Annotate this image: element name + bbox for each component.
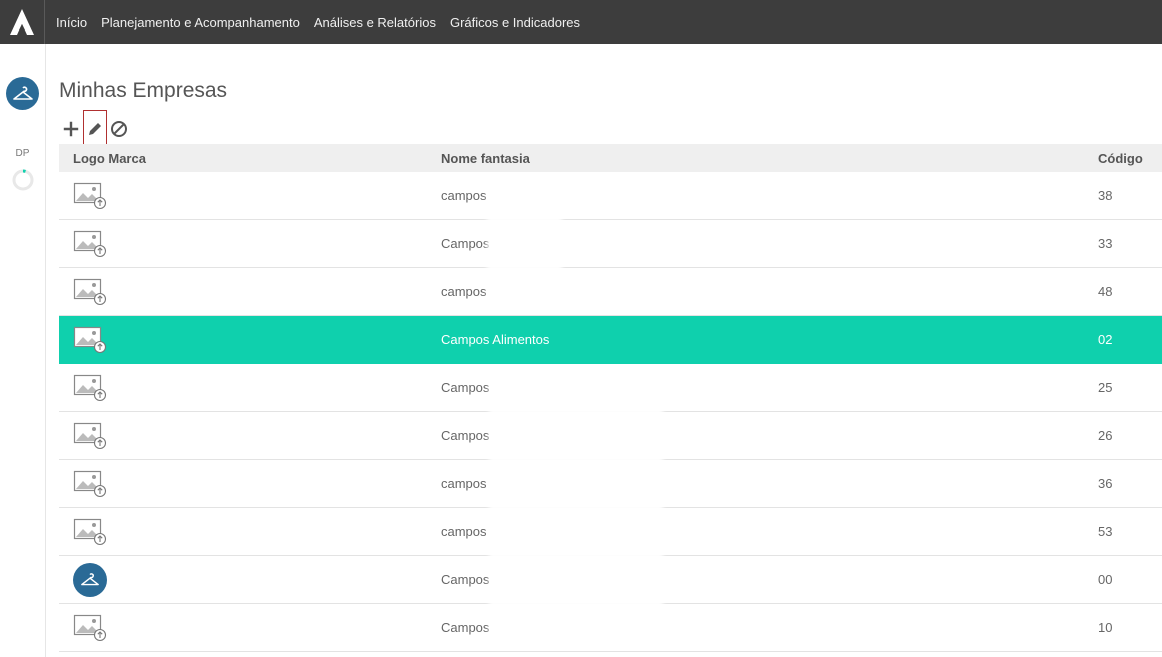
- column-header-name[interactable]: Nome fantasia: [441, 151, 1098, 166]
- redaction-overlay: [487, 184, 562, 298]
- redaction-overlay: [489, 374, 663, 640]
- page-title: Minhas Empresas: [59, 79, 228, 102]
- image-upload-icon[interactable]: [73, 421, 107, 451]
- hanger-icon: [12, 86, 33, 100]
- image-upload-icon[interactable]: [73, 277, 107, 307]
- cell-code: 48: [1098, 284, 1113, 299]
- cell-logo: [59, 562, 441, 597]
- cell-code: 53: [1098, 524, 1113, 539]
- table-header: Logo Marca Nome fantasia Código: [59, 144, 1162, 172]
- nav-item-graficos[interactable]: Gráficos e Indicadores: [450, 15, 580, 30]
- cell-code: 38: [1098, 188, 1113, 203]
- table-row[interactable]: campos 38: [59, 172, 1162, 220]
- disable-button[interactable]: [107, 110, 131, 148]
- image-upload-icon[interactable]: [73, 181, 107, 211]
- main-nav: Início Planejamento e Acompanhamento Aná…: [56, 15, 594, 30]
- cell-code: 36: [1098, 476, 1113, 491]
- progress-ring-icon: [12, 169, 34, 191]
- cell-code: 26: [1098, 428, 1113, 443]
- cell-name: Campos Alimentos: [441, 332, 550, 347]
- cell-code: 25: [1098, 380, 1113, 395]
- nav-item-analises[interactable]: Análises e Relatórios: [314, 15, 436, 30]
- image-upload-icon[interactable]: [73, 229, 107, 259]
- image-upload-icon[interactable]: [73, 325, 107, 355]
- sidebar: DP: [0, 44, 46, 657]
- cell-logo: [59, 181, 441, 211]
- table-row[interactable]: Campos 33: [59, 220, 1162, 268]
- table-row[interactable]: campos 48: [59, 268, 1162, 316]
- sidebar-module-label[interactable]: DP: [0, 148, 45, 159]
- cell-code: 02: [1098, 332, 1113, 347]
- cell-logo: [59, 373, 441, 403]
- cell-logo: [59, 277, 441, 307]
- company-avatar[interactable]: [6, 77, 39, 110]
- add-button[interactable]: [59, 110, 83, 148]
- cell-code: 00: [1098, 572, 1113, 587]
- toolbar: [59, 110, 131, 148]
- column-header-code[interactable]: Código: [1098, 151, 1162, 166]
- cell-logo: [59, 229, 441, 259]
- top-navbar: Início Planejamento e Acompanhamento Aná…: [0, 0, 1162, 44]
- image-upload-icon[interactable]: [73, 373, 107, 403]
- app-logo[interactable]: [0, 0, 45, 44]
- image-upload-icon[interactable]: [73, 613, 107, 643]
- cell-logo: [59, 517, 441, 547]
- nav-item-planejamento[interactable]: Planejamento e Acompanhamento: [101, 15, 300, 30]
- image-upload-icon[interactable]: [73, 517, 107, 547]
- plus-icon: [63, 121, 79, 137]
- block-icon: [111, 121, 127, 137]
- cell-code: 10: [1098, 620, 1113, 635]
- pencil-icon: [89, 123, 101, 135]
- cell-logo: [59, 421, 441, 451]
- cell-logo: [59, 325, 441, 355]
- cell-logo: [59, 469, 441, 499]
- table-row[interactable]: Campos Alimentos 02: [59, 316, 1162, 364]
- app-logo-icon: [10, 9, 34, 35]
- column-header-logo[interactable]: Logo Marca: [59, 151, 441, 166]
- image-upload-icon[interactable]: [73, 469, 107, 499]
- edit-button[interactable]: [83, 110, 107, 148]
- cell-logo: [59, 613, 441, 643]
- nav-item-inicio[interactable]: Início: [56, 15, 87, 30]
- hanger-logo-icon: [73, 562, 107, 597]
- cell-code: 33: [1098, 236, 1113, 251]
